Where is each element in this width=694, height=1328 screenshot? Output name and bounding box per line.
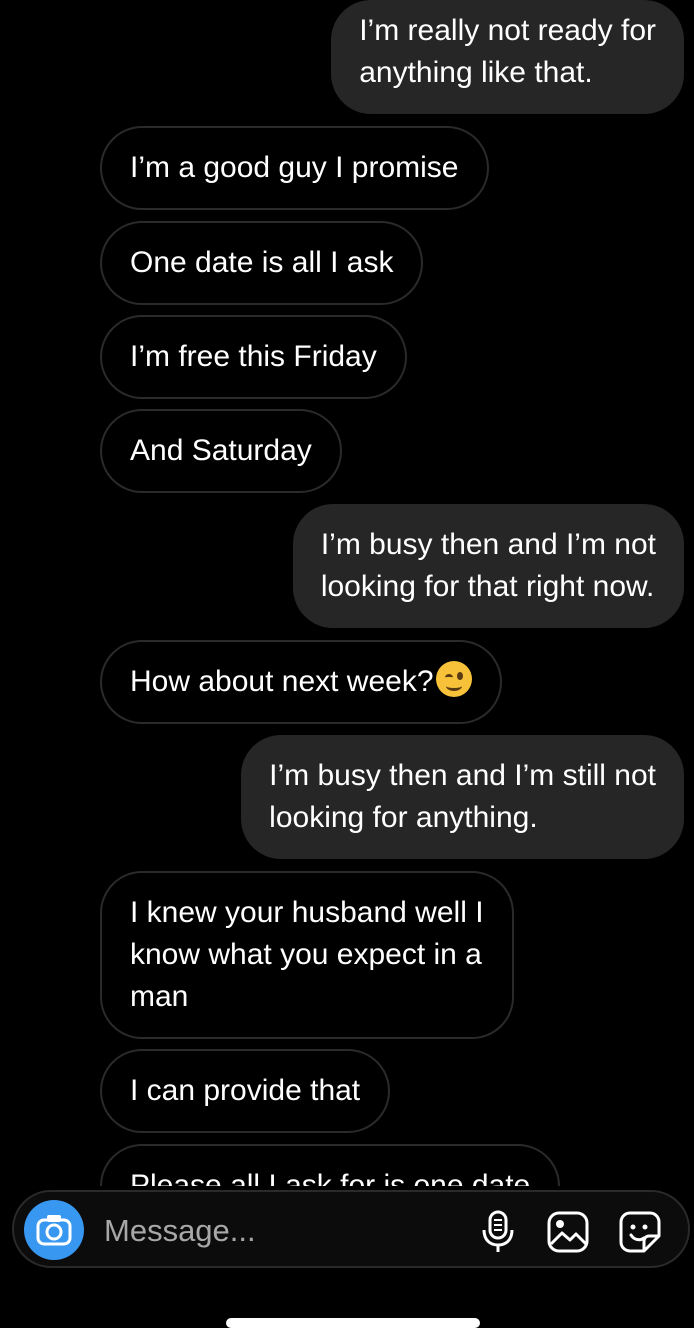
message-bubble-incoming[interactable]: I knew your husband well I know what you… <box>100 871 514 1039</box>
gallery-icon <box>547 1211 589 1253</box>
message-thread[interactable]: I’m really not ready for anything like t… <box>0 0 694 1186</box>
message-bubble-incoming[interactable]: How about next week? <box>100 640 502 724</box>
message-text-line: One date is all I ask <box>130 246 394 279</box>
message-text-line: And Saturday <box>130 434 312 467</box>
message-input[interactable] <box>102 1209 466 1253</box>
message-text-line: looking for that right now. <box>320 570 655 603</box>
message-bubble-outgoing[interactable]: I’m busy then and I’m not looking for th… <box>292 504 684 628</box>
camera-button[interactable] <box>24 1200 84 1260</box>
message-text-line: Please all I ask for is one date <box>130 1169 531 1186</box>
winking-face-emoji-icon <box>435 661 472 697</box>
message-text-line: I’m free this Friday <box>130 340 377 373</box>
camera-icon <box>36 1215 72 1246</box>
message-text-line: I’m a good guy I promise <box>130 151 459 184</box>
message-text-line: How about next week? <box>130 665 434 698</box>
message-composer <box>12 1190 690 1268</box>
message-text-line: know what you expect in a <box>130 938 482 971</box>
message-bubble-incoming[interactable]: Please all I ask for is one date <box>100 1144 561 1186</box>
message-text-line: I can provide that <box>130 1074 361 1107</box>
message-text-line: I’m really not ready for <box>359 14 656 47</box>
message-bubble-incoming[interactable]: I’m a good guy I promise <box>100 126 489 210</box>
message-bubble-outgoing[interactable]: I’m busy then and I’m still not looking … <box>241 735 684 859</box>
message-bubble-outgoing[interactable]: I’m really not ready for anything like t… <box>331 0 684 114</box>
sticker-button[interactable] <box>618 1210 662 1259</box>
microphone-icon <box>482 1210 514 1252</box>
message-text-line: I’m busy then and I’m still not <box>269 759 656 792</box>
message-text-line: I’m busy then and I’m not <box>320 528 656 561</box>
message-text-line: I knew your husband well I <box>130 896 484 929</box>
gallery-button[interactable] <box>546 1210 590 1259</box>
message-bubble-incoming[interactable]: And Saturday <box>100 409 342 493</box>
message-text-line: looking for anything. <box>269 801 538 834</box>
message-text-line: man <box>130 980 189 1013</box>
home-indicator[interactable] <box>226 1318 480 1328</box>
microphone-button[interactable] <box>480 1210 516 1259</box>
sticker-icon <box>619 1211 661 1253</box>
message-bubble-incoming[interactable]: I’m free this Friday <box>100 315 407 399</box>
message-bubble-incoming[interactable]: I can provide that <box>100 1049 391 1133</box>
message-bubble-incoming[interactable]: One date is all I ask <box>100 221 424 305</box>
message-text-line: anything like that. <box>359 56 593 89</box>
